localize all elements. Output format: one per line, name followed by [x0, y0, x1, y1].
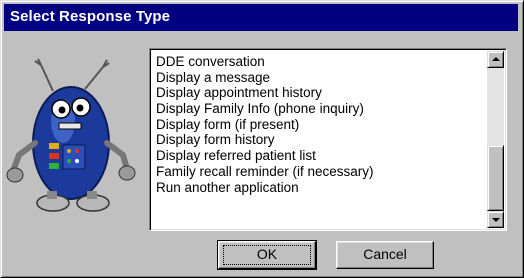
list-item[interactable]: Display appointment history: [156, 85, 476, 101]
ok-button-label: OK: [256, 246, 278, 262]
scroll-down-button[interactable]: [487, 211, 504, 228]
vertical-scrollbar[interactable]: [487, 51, 504, 228]
response-type-list[interactable]: DDE conversation Display a message Displ…: [156, 54, 476, 195]
list-item[interactable]: Run another application: [156, 180, 476, 196]
list-item[interactable]: Display referred patient list: [156, 148, 476, 164]
scroll-up-arrow-icon: [492, 57, 500, 61]
scroll-down-arrow-icon: [492, 218, 500, 222]
scroll-up-button[interactable]: [487, 51, 504, 68]
list-item[interactable]: Display Family Info (phone inquiry): [156, 101, 476, 117]
list-item[interactable]: Display a message: [156, 70, 476, 86]
list-item[interactable]: Display form (if present): [156, 117, 476, 133]
response-type-listbox[interactable]: DDE conversation Display a message Displ…: [149, 48, 507, 231]
list-item[interactable]: DDE conversation: [156, 54, 476, 70]
title-bar[interactable]: Select Response Type: [4, 4, 518, 31]
list-item[interactable]: Family recall reminder (if necessary): [156, 164, 476, 180]
robot-mascot-icon: [6, 58, 136, 212]
scroll-thumb[interactable]: [487, 145, 504, 211]
window-title: Select Response Type: [10, 8, 171, 25]
select-response-type-dialog: Select Response Type DDE conversation Di…: [0, 0, 524, 278]
list-item[interactable]: Display form history: [156, 132, 476, 148]
ok-button[interactable]: OK: [217, 240, 317, 270]
cancel-button[interactable]: Cancel: [336, 241, 434, 269]
cancel-button-label: Cancel: [363, 246, 407, 262]
